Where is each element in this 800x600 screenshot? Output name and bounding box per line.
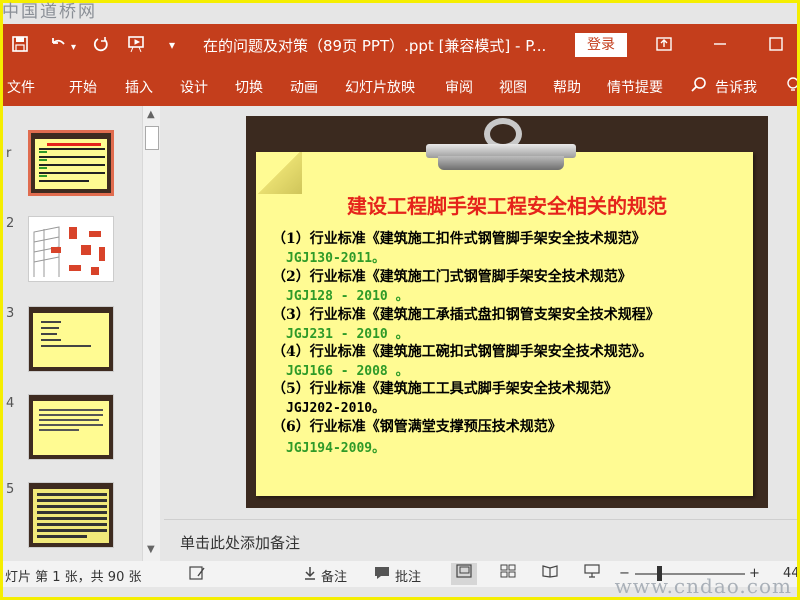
tab-home[interactable]: 开始 — [69, 77, 97, 97]
maximize-icon[interactable] — [767, 35, 785, 58]
slideshow-view-button[interactable] — [579, 563, 605, 585]
slide-thumbnail-1[interactable] — [28, 130, 114, 196]
slide-thumbnail-5[interactable] — [28, 482, 114, 548]
tab-slideshow[interactable]: 幻灯片放映 — [345, 77, 415, 97]
notes-pane[interactable]: 单击此处添加备注 — [164, 519, 797, 561]
standard-item: （2）行业标准《建筑施工门式钢管脚手架安全技术规范》 — [272, 269, 632, 285]
title-bar: ▾ ▾ 在的问题及对策（89页 PPT）.ppt [兼容模式] - P... 登… — [3, 24, 797, 66]
tab-view[interactable]: 视图 — [499, 77, 527, 97]
ribbon-tabs: 文件 开始 插入 设计 切换 动画 幻灯片放映 审阅 视图 帮助 情节提要 告诉… — [3, 66, 797, 106]
standard-code: JGJ231 - 2010 。 — [286, 327, 409, 342]
watermark-bottom: www.cndao.com — [614, 574, 792, 598]
slide-thumbnail-2[interactable] — [28, 216, 114, 282]
reading-view-button[interactable] — [537, 563, 563, 585]
standard-item: （4）行业标准《建筑施工碗扣式钢管脚手架安全技术规范》。 — [272, 344, 653, 360]
standard-item: （5）行业标准《建筑施工工具式脚手架安全技术规范》 — [272, 381, 618, 397]
thumbnail-number: 2 — [6, 216, 15, 231]
tab-file[interactable]: 文件 — [7, 77, 35, 97]
standard-code: JGJ130-2011。 — [286, 251, 386, 266]
slide-edit-area: 建设工程脚手架工程安全相关的规范 （1）行业标准《建筑施工扣件式钢管脚手架安全技… — [164, 106, 797, 519]
thumbnail-scrollbar[interactable]: ▲ ▼ — [142, 106, 160, 561]
tab-storyboard[interactable]: 情节提要 — [607, 77, 663, 97]
slide-thumbnail-pane: r 2 3 4 5 ▲ ▼ — [3, 106, 163, 561]
tab-insert[interactable]: 插入 — [125, 77, 153, 97]
standard-item: （3）行业标准《建筑施工承插式盘扣钢管支架安全技术规程》 — [272, 307, 660, 323]
minimize-icon[interactable] — [711, 35, 729, 58]
ribbon-display-options-icon[interactable] — [655, 35, 673, 58]
tab-animations[interactable]: 动画 — [290, 77, 318, 97]
page-curl-decoration — [256, 152, 302, 194]
notes-placeholder[interactable]: 单击此处添加备注 — [180, 532, 300, 553]
slide-thumbnail-3[interactable] — [28, 306, 114, 372]
undo-dropdown-icon[interactable]: ▾ — [71, 38, 76, 58]
comment-icon[interactable] — [373, 565, 391, 585]
search-icon[interactable] — [691, 77, 707, 97]
undo-icon[interactable] — [49, 35, 67, 58]
standard-code: JGJ202-2010。 — [286, 401, 386, 416]
slide-thumbnail-4[interactable] — [28, 394, 114, 460]
tab-transitions[interactable]: 切换 — [235, 77, 263, 97]
standard-code: JGJ128 - 2010 。 — [286, 289, 409, 304]
start-from-beginning-icon[interactable] — [127, 35, 147, 58]
slide-title: 建设工程脚手架工程安全相关的规范 — [347, 194, 667, 218]
clip-plate-decoration — [438, 156, 564, 170]
standard-item: （6）行业标准《钢管满堂支撑预压技术规范》 — [272, 419, 562, 435]
scroll-thumb[interactable] — [145, 126, 159, 150]
login-button[interactable]: 登录 — [575, 33, 627, 57]
lightbulb-icon[interactable] — [787, 77, 797, 97]
notes-button[interactable]: 备注 — [321, 566, 347, 585]
thumbnail-number: 3 — [6, 306, 15, 321]
scroll-up-icon[interactable]: ▲ — [147, 109, 155, 120]
document-title: 在的问题及对策（89页 PPT）.ppt [兼容模式] - P... — [203, 37, 547, 55]
tab-help[interactable]: 帮助 — [553, 77, 581, 97]
comments-button[interactable]: 批注 — [395, 566, 421, 585]
tab-review[interactable]: 审阅 — [445, 77, 473, 97]
thumbnail-number: 4 — [6, 396, 15, 411]
standard-code: JGJ166 - 2008 。 — [286, 364, 409, 379]
normal-view-button[interactable] — [451, 563, 477, 585]
thumbnail-number: 5 — [6, 482, 15, 497]
standard-item: （1）行业标准《建筑施工扣件式钢管脚手架安全技术规范》 — [272, 231, 646, 247]
redo-icon[interactable] — [92, 35, 110, 58]
slide-canvas[interactable]: 建设工程脚手架工程安全相关的规范 （1）行业标准《建筑施工扣件式钢管脚手架安全技… — [246, 116, 768, 508]
powerpoint-window: ▾ ▾ 在的问题及对策（89页 PPT）.ppt [兼容模式] - P... 登… — [3, 3, 797, 597]
tell-me-box[interactable]: 告诉我 — [715, 77, 757, 97]
save-icon[interactable] — [11, 35, 29, 58]
customize-toolbar-icon[interactable]: ▾ — [169, 35, 175, 55]
slide-sorter-view-button[interactable] — [495, 563, 521, 585]
standard-code: JGJ194-2009。 — [286, 441, 386, 456]
slide-counter: 灯片 第 1 张，共 90 张 — [5, 570, 142, 585]
tab-design[interactable]: 设计 — [180, 77, 208, 97]
spellcheck-icon[interactable] — [189, 565, 207, 585]
notes-icon[interactable] — [303, 565, 317, 585]
thumbnail-number: r — [6, 146, 12, 161]
scroll-down-icon[interactable]: ▼ — [147, 544, 155, 555]
